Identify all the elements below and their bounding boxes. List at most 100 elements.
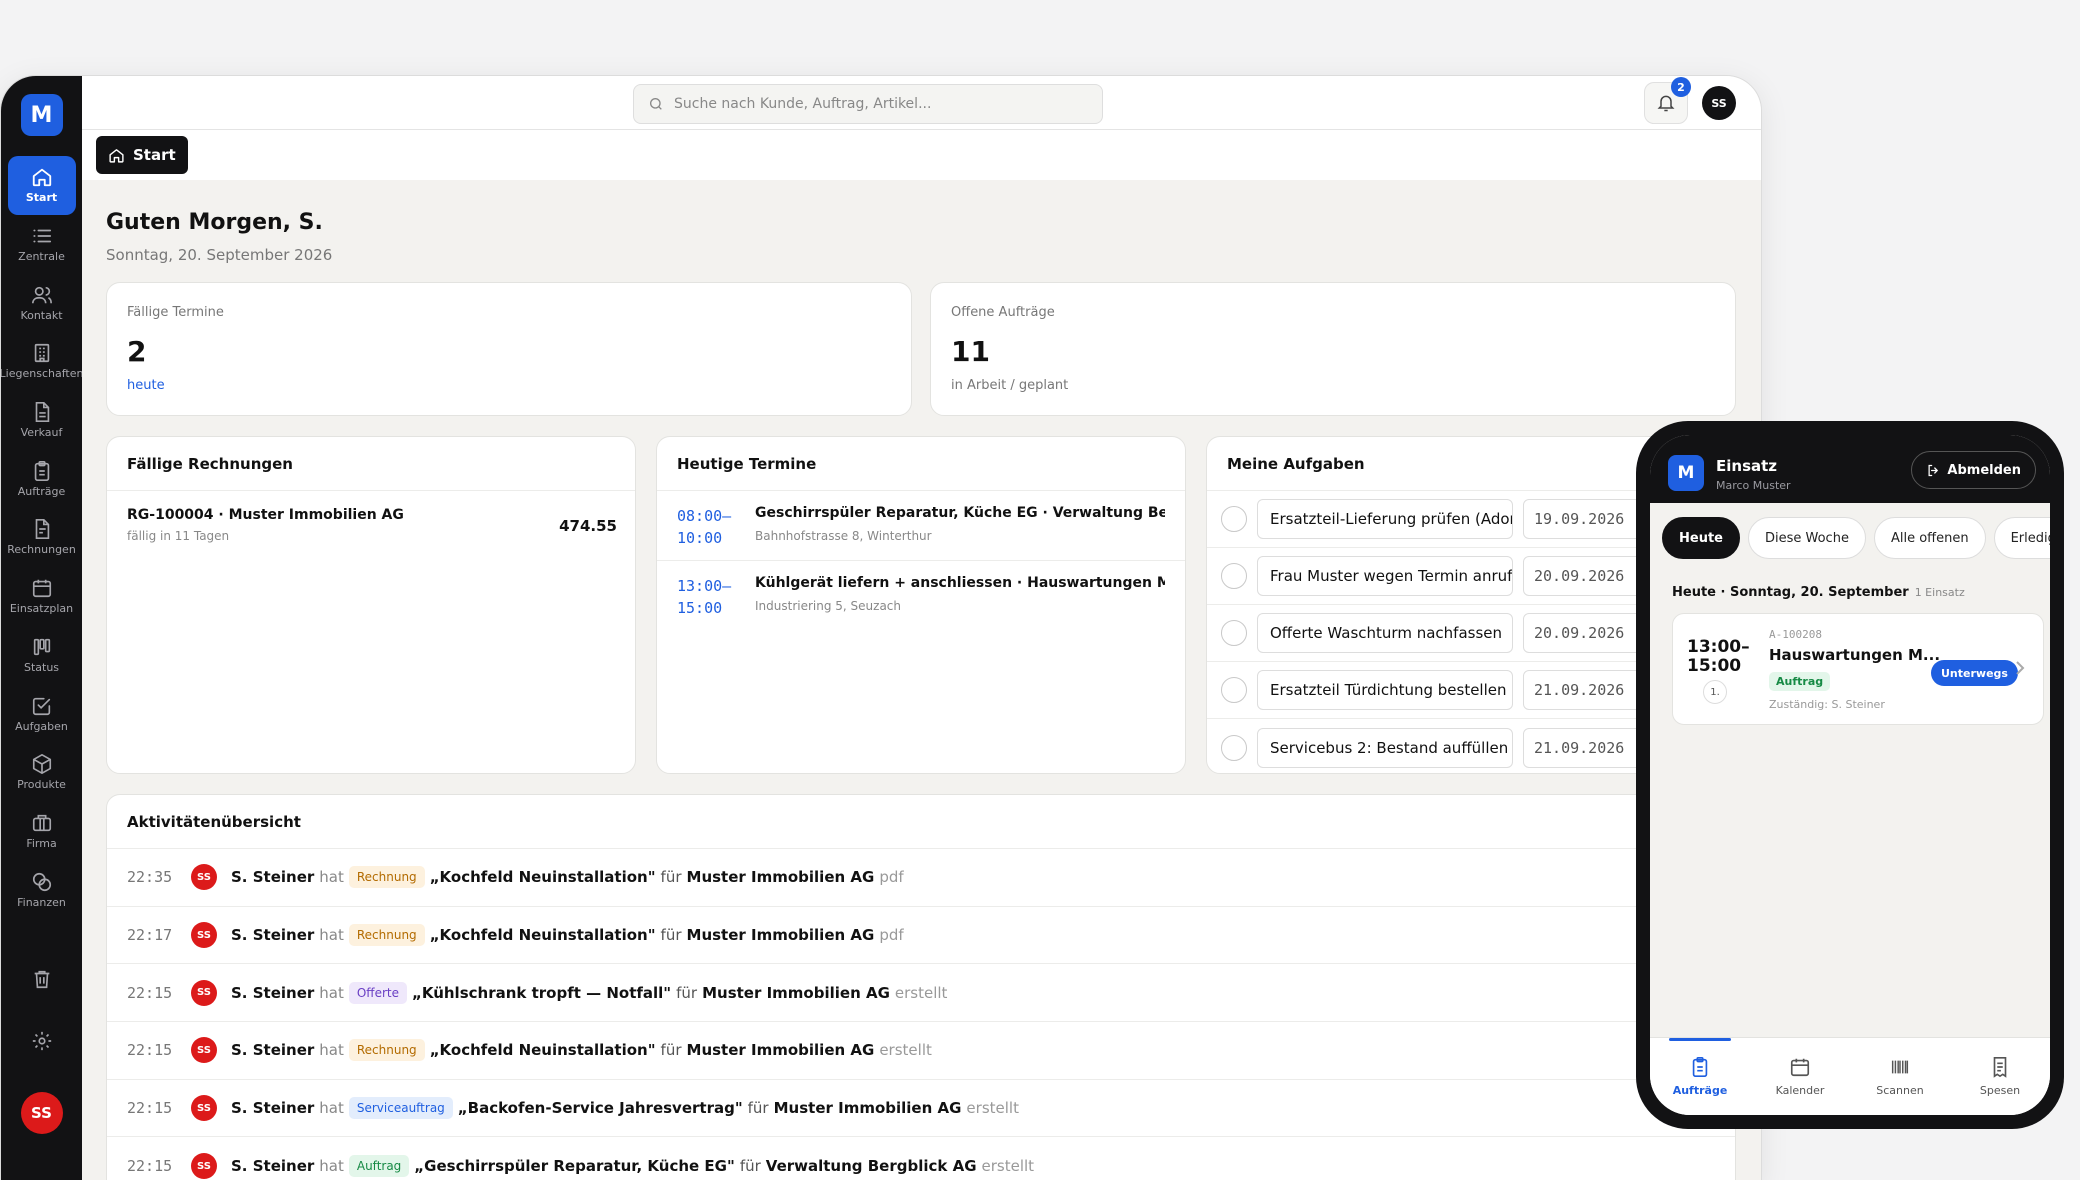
task-date-field[interactable]: 20.09.2026 [1523,613,1643,653]
task-title-field[interactable]: Servicebus 2: Bestand auffüllen [1257,727,1513,768]
chevron-right-icon [2013,658,2027,682]
activity-customer[interactable]: Muster Immobilien AG [687,868,875,886]
sidebar-item-liegenschaften[interactable]: Liegenschaften [1,332,83,391]
page-title: Guten Morgen, S. [106,210,323,235]
filter-chip-this-week[interactable]: Diese Woche [1747,517,1866,559]
filter-chip-done[interactable]: Erledigt [1993,517,2050,559]
task-title-field[interactable]: Frau Muster wegen Termin anrufe [1257,556,1513,596]
sidebar-item-aufgaben[interactable]: Aufgaben [8,684,76,743]
logout-button[interactable]: Abmelden [1911,451,2036,489]
activity-object[interactable]: „Geschirrspüler Reparatur, Küche EG" [414,1157,735,1175]
appointment-item[interactable]: 08:00– 10:00 Geschirrspüler Reparatur, K… [657,491,1185,561]
job-customer: Hauswartungen M... [1769,646,1941,664]
job-status-badge[interactable]: Unterwegs [1931,660,2018,686]
task-checkbox[interactable] [1221,620,1247,646]
appointment-end: 15:00 [677,599,723,617]
activity-type-badge: Rechnung [348,1039,425,1062]
activity-object[interactable]: „Kühlschrank tropft — Notfall" [412,984,671,1002]
task-checkbox[interactable] [1221,677,1247,703]
sidebar-item-verkauf[interactable]: Verkauf [8,391,76,450]
sidebar-item-label: Zentrale [18,250,65,264]
sidebar-item-status[interactable]: Status [8,626,76,685]
home-icon [109,148,124,163]
sidebar-item-kontakt[interactable]: Kontakt [8,273,76,332]
activity-object[interactable]: „Kochfeld Neuinstallation" [430,926,656,944]
sidebar-item-label: Firma [26,836,57,850]
tab-start[interactable]: Start [96,136,188,174]
phone-nav-auftraege[interactable]: Aufträge [1655,1038,1745,1115]
activity-customer[interactable]: Verwaltung Bergblick AG [766,1157,977,1175]
task-date-field[interactable]: 21.09.2026 [1523,670,1643,710]
activity-object[interactable]: „Kochfeld Neuinstallation" [430,1041,656,1059]
activity-for: für [660,926,682,945]
sidebar-item-firma[interactable]: Firma [8,802,76,861]
sidebar-item-zentrale[interactable]: Zentrale [8,215,76,274]
card-title: Heutige Termine [657,437,1185,491]
invoice-amount: 474.55 [559,517,617,535]
notifications-button[interactable]: 2 [1644,77,1691,124]
activity-user: S. Steiner [231,1099,315,1118]
sidebar-item-produkte[interactable]: Produkte [8,743,76,802]
sidebar-item-start[interactable]: Start [7,156,76,215]
calendar-icon [32,579,51,598]
stat-value: 11 [951,335,990,368]
activity-time: 22:15 [127,1099,173,1118]
task-title-field[interactable]: Offerte Waschturm nachfassen [1257,613,1513,653]
phone-mockup: M Einsatz Marco Muster Abmelden Heute Di… [1636,421,2064,1129]
activity-customer[interactable]: Muster Immobilien AG [774,1099,962,1117]
sidebar-item-einsatzplan[interactable]: Einsatzplan [8,567,76,626]
task-date-field[interactable]: 19.09.2026 [1523,499,1643,539]
top-user-avatar[interactable]: SS [1702,86,1736,120]
filter-chip-all-open[interactable]: Alle offenen [1873,517,1986,559]
users-icon [31,286,52,304]
invoice-item[interactable]: RG-100004 · Muster Immobilien AG fällig … [107,491,635,559]
appointment-end: 10:00 [677,529,723,547]
task-date-field[interactable]: 21.09.2026 [1523,727,1643,768]
activity-customer[interactable]: Muster Immobilien AG [687,926,875,944]
phone-user: Marco Muster [1716,479,1791,492]
activity-object[interactable]: „Kochfeld Neuinstallation" [430,868,656,886]
activity-row[interactable]: 22:15 SS S. Steiner hat Auftrag „Geschirrspül… [107,1137,1735,1180]
trash-icon[interactable] [31,968,53,990]
task-checkbox[interactable] [1221,563,1247,589]
sidebar-bottom: SS [20,968,63,1134]
activity-customer[interactable]: Muster Immobilien AG [687,1041,875,1059]
phone-nav-scannen[interactable]: Scannen [1855,1038,1945,1115]
gear-icon[interactable] [31,1030,53,1052]
app-logo[interactable]: M [20,94,63,136]
activity-row[interactable]: 22:15 SS S. Steiner hat Rechnung „Kochfeld Ne… [107,1022,1735,1080]
task-checkbox[interactable] [1221,506,1247,532]
filter-chip-today[interactable]: Heute [1662,517,1740,559]
logout-label: Abmelden [1947,462,2021,478]
search-icon [650,98,662,110]
barcode-icon [1891,1060,1909,1074]
phone-bottom-nav: Aufträge Kalender Scannen Spesen [1650,1037,2050,1115]
task-title-field[interactable]: Ersatzteil Türdichtung bestellen [1257,670,1513,710]
appointment-item[interactable]: 13:00– 15:00 Kühlgerät liefern + anschli… [657,561,1185,631]
phone-nav-label: Kalender [1775,1084,1825,1097]
sidebar-item-rechnungen[interactable]: Rechnungen [7,508,76,567]
clipboard-icon [1692,1057,1708,1077]
stat-card-due-appointments[interactable]: Fällige Termine 2 heute [106,282,912,416]
appointment-time: 08:00– 10:00 [677,505,755,547]
job-card[interactable]: 13:00– 15:00 1. A-100208 Hauswartungen M… [1672,613,2044,725]
user-avatar[interactable]: SS [20,1092,63,1134]
sidebar-item-finanzen[interactable]: Finanzen [8,860,76,919]
task-checkbox[interactable] [1221,734,1247,761]
activity-customer[interactable]: Muster Immobilien AG [702,984,890,1002]
activity-object[interactable]: „Backofen-Service Jahresvertrag" [458,1099,743,1117]
activity-row[interactable]: 22:17 SS S. Steiner hat Rechnung „Kochfeld Ne… [107,907,1735,965]
activity-for: für [660,1041,682,1060]
activity-row[interactable]: 22:15 SS S. Steiner hat Serviceauftrag „Backo… [107,1080,1735,1138]
task-title-field[interactable]: Ersatzteil-Lieferung prüfen (Adora [1257,499,1513,539]
search-input[interactable]: Suche nach Kunde, Auftrag, Artikel... [633,84,1103,124]
phone-nav-spesen[interactable]: Spesen [1955,1038,2045,1115]
task-date-field[interactable]: 20.09.2026 [1523,556,1643,596]
phone-nav-kalender[interactable]: Kalender [1755,1038,1845,1115]
sidebar: M Start Zentrale Kontakt Liegenschaften … [1,76,83,1180]
activity-row[interactable]: 22:15 SS S. Steiner hat Offerte „Kühlschrank … [107,964,1735,1023]
activity-row[interactable]: 22:35 SS S. Steiner hat Rechnung „Kochfeld Ne… [107,849,1735,907]
stat-card-open-orders[interactable]: Offene Aufträge 11 in Arbeit / geplant [930,282,1736,416]
sidebar-item-auftraege[interactable]: Aufträge [8,449,76,508]
phone-logo: M [1668,455,1704,491]
